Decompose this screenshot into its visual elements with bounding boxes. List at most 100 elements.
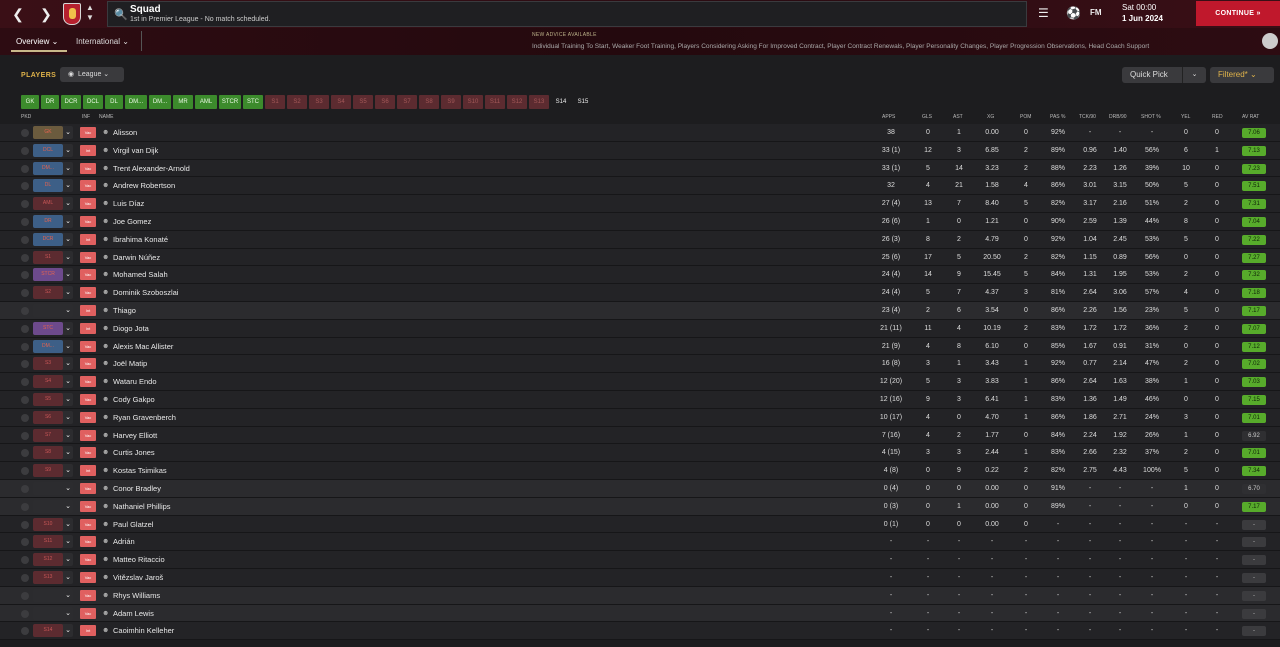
position-chip[interactable]: S13 bbox=[529, 95, 549, 109]
table-row[interactable]: S12 ⌄ Vac ☻ Matteo Ritaccio - - - - - - - - - - - - bbox=[0, 551, 1280, 569]
pkd-checkbox[interactable] bbox=[21, 182, 29, 191]
status-badge[interactable]: Int bbox=[80, 322, 96, 334]
table-row[interactable]: ⌄ Vac ☻ Adam Lewis - - - - - - - - - - - - bbox=[0, 604, 1280, 623]
position-chip[interactable]: STCR bbox=[219, 95, 241, 109]
pkd-checkbox[interactable] bbox=[21, 360, 29, 369]
position-chip[interactable]: S15 bbox=[573, 95, 593, 109]
table-row[interactable]: S14 ⌄ Int ☻ Caoimhin Kelleher - - - - - - - - - - - - bbox=[0, 622, 1280, 641]
player-name[interactable]: Darwin Núñez bbox=[113, 253, 160, 262]
table-row[interactable]: DM... ⌄ Vac ☻ Trent Alexander-Arnold 33 (1) 5 1… bbox=[0, 159, 1280, 178]
pkd-checkbox[interactable] bbox=[21, 395, 29, 404]
search-icon[interactable]: 🔍 bbox=[114, 8, 128, 21]
position-chip[interactable]: DM... bbox=[125, 95, 147, 109]
position-chip[interactable]: DCR bbox=[61, 95, 81, 109]
pkd-checkbox[interactable] bbox=[21, 627, 29, 636]
position-chip[interactable]: S14 bbox=[551, 95, 571, 109]
player-name[interactable]: Rhys Williams bbox=[113, 591, 160, 600]
status-badge[interactable]: Vac bbox=[80, 287, 96, 299]
table-row[interactable]: DCL ⌄ Int ☻ Virgil van Dijk 33 (1) 12 3 6.85 2 89%… bbox=[0, 141, 1280, 160]
title-box[interactable]: 🔍 Squad 1st in Premier League - No match… bbox=[107, 1, 1027, 27]
position-chip[interactable]: S5 bbox=[353, 95, 373, 109]
fm-logo-icon[interactable]: FM bbox=[1090, 6, 1102, 20]
pkd-checkbox[interactable] bbox=[21, 164, 29, 173]
table-row[interactable]: STCR ⌄ Vac ☻ Mohamed Salah 24 (4) 14 9 15.45 5 84%… bbox=[0, 266, 1280, 285]
position-dropdown[interactable]: DL ⌄ bbox=[33, 179, 73, 193]
position-chip[interactable]: AML bbox=[195, 95, 217, 109]
status-badge[interactable]: Vac bbox=[80, 536, 96, 548]
status-badge[interactable]: Vac bbox=[80, 269, 96, 281]
pkd-checkbox[interactable] bbox=[21, 324, 29, 333]
position-dropdown[interactable]: S13 ⌄ bbox=[33, 570, 73, 584]
pkd-checkbox[interactable] bbox=[21, 431, 29, 440]
pkd-checkbox[interactable] bbox=[21, 378, 29, 387]
table-row[interactable]: ⌄ Vac ☻ Rhys Williams - - - - - - - - - - - - bbox=[0, 586, 1280, 605]
pkd-checkbox[interactable] bbox=[21, 556, 29, 565]
status-badge[interactable]: Vac bbox=[80, 198, 96, 210]
player-name[interactable]: Conor Bradley bbox=[113, 484, 161, 493]
status-badge[interactable]: Vac bbox=[80, 411, 96, 423]
position-dropdown[interactable]: ⌄ bbox=[33, 606, 73, 620]
position-chip[interactable]: S6 bbox=[375, 95, 395, 109]
pkd-checkbox[interactable] bbox=[21, 467, 29, 476]
status-badge[interactable]: Vac bbox=[80, 376, 96, 388]
player-name[interactable]: Harvey Elliott bbox=[113, 431, 157, 440]
pkd-checkbox[interactable] bbox=[21, 502, 29, 511]
pkd-checkbox[interactable] bbox=[21, 253, 29, 262]
player-name[interactable]: Thiago bbox=[113, 306, 136, 315]
position-chip[interactable]: MR bbox=[173, 95, 193, 109]
player-name[interactable]: Wataru Endo bbox=[113, 377, 157, 386]
player-name[interactable]: Nathaniel Phillips bbox=[113, 502, 171, 511]
status-badge[interactable]: Vac bbox=[80, 571, 96, 583]
tab-international[interactable]: International ⌄ bbox=[76, 37, 129, 46]
position-dropdown[interactable]: STC ⌄ bbox=[33, 321, 73, 335]
status-badge[interactable]: Int bbox=[80, 625, 96, 637]
table-row[interactable]: S3 ⌄ Vac ☻ Joël Matip 16 (8) 3 1 3.43 1 92% 0.77 2.1… bbox=[0, 355, 1280, 374]
player-name[interactable]: Kostas Tsimikas bbox=[113, 466, 167, 475]
club-switcher-icon[interactable]: ▲ ▼ bbox=[86, 3, 94, 23]
position-dropdown[interactable]: S8 ⌄ bbox=[33, 446, 73, 460]
position-dropdown[interactable]: S7 ⌄ bbox=[33, 428, 73, 442]
table-row[interactable]: S8 ⌄ Vac ☻ Curtis Jones 4 (15) 3 3 2.44 1 83% 2.66 2… bbox=[0, 444, 1280, 463]
player-name[interactable]: Paul Glatzel bbox=[113, 520, 153, 529]
table-row[interactable]: DL ⌄ Vac ☻ Andrew Robertson 32 4 21 1.58 4 86% 3.01… bbox=[0, 177, 1280, 196]
pkd-checkbox[interactable] bbox=[21, 484, 29, 493]
position-dropdown[interactable]: S10 ⌄ bbox=[33, 517, 73, 531]
position-dropdown[interactable]: S3 ⌄ bbox=[33, 357, 73, 371]
table-row[interactable]: S11 ⌄ Vac ☻ Adrián - - - - - - - - - - - - bbox=[0, 533, 1280, 552]
position-dropdown[interactable]: S11 ⌄ bbox=[33, 535, 73, 549]
table-row[interactable]: S7 ⌄ Vac ☻ Harvey Elliott 7 (16) 4 2 1.77 0 84% 2.2… bbox=[0, 426, 1280, 445]
tab-overview[interactable]: Overview ⌄ bbox=[16, 37, 58, 46]
pkd-checkbox[interactable] bbox=[21, 342, 29, 351]
pkd-checkbox[interactable] bbox=[21, 271, 29, 280]
pkd-checkbox[interactable] bbox=[21, 129, 29, 137]
position-dropdown[interactable]: STCR ⌄ bbox=[33, 268, 73, 282]
position-chip[interactable]: STC bbox=[243, 95, 263, 109]
player-name[interactable]: Ryan Gravenberch bbox=[113, 413, 176, 422]
pkd-checkbox[interactable] bbox=[21, 609, 29, 618]
position-dropdown[interactable]: ⌄ bbox=[33, 588, 73, 602]
pkd-checkbox[interactable] bbox=[21, 520, 29, 529]
position-dropdown[interactable]: S1 ⌄ bbox=[33, 250, 73, 264]
pkd-checkbox[interactable] bbox=[21, 217, 29, 226]
table-row[interactable]: S4 ⌄ Vac ☻ Wataru Endo 12 (20) 5 3 3.83 1 86% 2.64 1… bbox=[0, 373, 1280, 391]
quick-pick-button[interactable]: Quick Pick ⌄ bbox=[1122, 67, 1206, 83]
player-name[interactable]: Cody Gakpo bbox=[113, 395, 155, 404]
status-badge[interactable]: Vac bbox=[80, 518, 96, 530]
status-badge[interactable]: Vac bbox=[80, 500, 96, 512]
position-chip[interactable]: S3 bbox=[309, 95, 329, 109]
table-row[interactable]: STC ⌄ Int ☻ Diogo Jota 21 (11) 11 4 10.19 2 83% 1.7… bbox=[0, 319, 1280, 338]
status-badge[interactable]: Vac bbox=[80, 589, 96, 601]
player-name[interactable]: Joël Matip bbox=[113, 359, 147, 368]
pkd-checkbox[interactable] bbox=[21, 146, 29, 155]
pkd-checkbox[interactable] bbox=[21, 235, 29, 244]
chevron-down-icon[interactable]: ⌄ bbox=[1182, 67, 1206, 83]
status-badge[interactable]: Int bbox=[80, 144, 96, 156]
position-chip[interactable]: S12 bbox=[507, 95, 527, 109]
position-dropdown[interactable]: DM... ⌄ bbox=[33, 339, 73, 353]
ball-icon[interactable]: ⚽ bbox=[1066, 6, 1081, 20]
player-name[interactable]: Adrián bbox=[113, 537, 135, 546]
position-chip[interactable]: DR bbox=[41, 95, 59, 109]
table-row[interactable]: GK ⌄ Vac ☻ Alisson 38 0 1 0.00 0 92% - - - 0 0 7.06 bbox=[0, 124, 1280, 142]
table-row[interactable]: DR ⌄ Vac ☻ Joe Gomez 26 (6) 1 0 1.21 0 90% 2.59 1.39… bbox=[0, 212, 1280, 231]
status-badge[interactable]: Vac bbox=[80, 358, 96, 370]
